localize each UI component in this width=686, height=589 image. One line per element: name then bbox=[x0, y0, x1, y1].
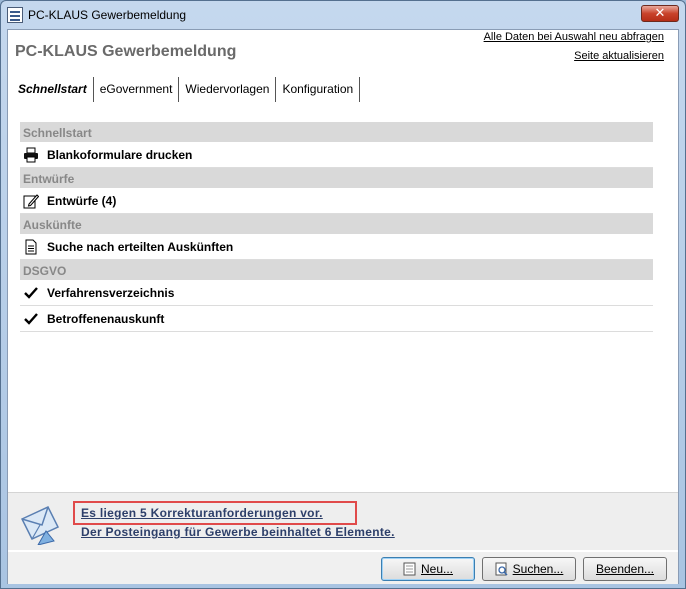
list-item-label: Entwürfe (4) bbox=[47, 193, 117, 208]
title-bar: PC-KLAUS Gewerbemeldung ✕ bbox=[1, 1, 685, 29]
list-item-data-subject-request[interactable]: Betroffenenauskunft bbox=[20, 306, 653, 332]
tab-schnellstart[interactable]: Schnellstart bbox=[12, 77, 94, 102]
window-title: PC-KLAUS Gewerbemeldung bbox=[28, 8, 187, 22]
section-header-dsgvo: DSGVO bbox=[20, 260, 653, 280]
button-bar: Neu... Suchen... Beenden... bbox=[8, 552, 678, 584]
list-item-label: Suche nach erteilten Auskünften bbox=[47, 239, 234, 254]
new-button[interactable]: Neu... bbox=[381, 557, 475, 581]
exit-button[interactable]: Beenden... bbox=[583, 557, 667, 581]
new-button-label: Neu... bbox=[420, 562, 453, 576]
main-window: PC-KLAUS Gewerbemeldung ✕ PC-KLAUS Gewer… bbox=[0, 0, 686, 589]
list-item-label: Verfahrensverzeichnis bbox=[47, 285, 175, 300]
list-item-procedure-register[interactable]: Verfahrensverzeichnis bbox=[20, 280, 653, 306]
quickstart-list: Schnellstart Blankoformulare drucken Ent… bbox=[20, 122, 653, 332]
printer-icon bbox=[23, 147, 39, 163]
checkmark-icon bbox=[23, 285, 39, 301]
section-header-auskuenfte: Auskünfte bbox=[20, 214, 653, 234]
section-header-schnellstart: Schnellstart bbox=[20, 122, 653, 142]
section-header-entwuerfe: Entwürfe bbox=[20, 168, 653, 188]
checkmark-icon bbox=[23, 311, 39, 327]
list-item-label: Blankoformulare drucken bbox=[47, 147, 193, 162]
notice-area: Es liegen 5 Korrekturanforderungen vor. … bbox=[8, 492, 678, 550]
corrections-link[interactable]: Es liegen 5 Korrekturanforderungen vor. bbox=[81, 506, 323, 520]
app-icon bbox=[7, 7, 23, 23]
close-button[interactable]: ✕ bbox=[641, 5, 679, 22]
edit-icon bbox=[23, 193, 39, 209]
new-document-icon bbox=[403, 562, 416, 576]
client-area: PC-KLAUS Gewerbemeldung Alle Daten bei A… bbox=[7, 29, 679, 584]
search-button[interactable]: Suchen... bbox=[482, 557, 576, 581]
reload-page-link[interactable]: Seite aktualisieren bbox=[574, 50, 664, 62]
tab-egovernment[interactable]: eGovernment bbox=[94, 77, 180, 102]
list-item-drafts[interactable]: Entwürfe (4) bbox=[20, 188, 653, 214]
list-item-search-information[interactable]: Suche nach erteilten Auskünften bbox=[20, 234, 653, 260]
tab-konfiguration[interactable]: Konfiguration bbox=[276, 77, 361, 102]
search-button-label: Suchen... bbox=[512, 562, 564, 576]
search-document-icon bbox=[495, 562, 508, 576]
list-item-blank-forms[interactable]: Blankoformulare drucken bbox=[20, 142, 653, 168]
tab-bar: Schnellstart eGovernment Wiedervorlagen … bbox=[12, 77, 361, 102]
mail-inbox-icon bbox=[18, 501, 62, 546]
tab-wiedervorlagen[interactable]: Wiedervorlagen bbox=[179, 77, 277, 102]
page-title: PC-KLAUS Gewerbemeldung bbox=[15, 43, 237, 60]
list-item-label: Betroffenenauskunft bbox=[47, 311, 165, 326]
refresh-all-link[interactable]: Alle Daten bei Auswahl neu abfragen bbox=[484, 31, 664, 43]
exit-button-label: Beenden... bbox=[595, 562, 655, 576]
inbox-link[interactable]: Der Posteingang für Gewerbe beinhaltet 6… bbox=[81, 525, 395, 539]
document-icon bbox=[23, 239, 39, 255]
